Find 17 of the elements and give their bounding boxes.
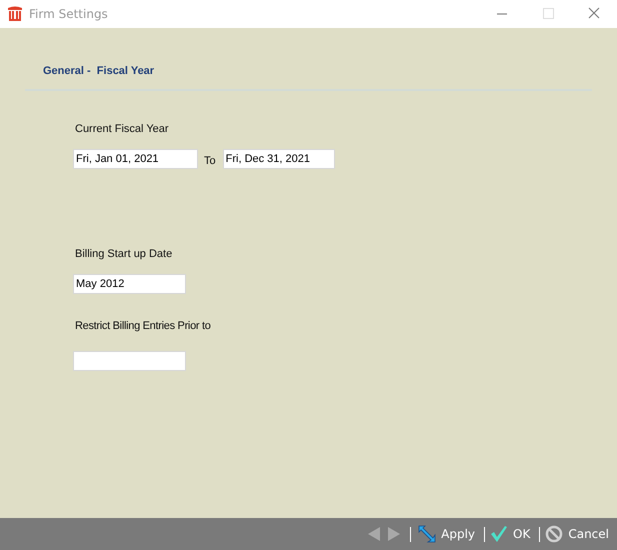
field-label: Current Fiscal Year: [75, 123, 169, 135]
date-field[interactable]: Fri, Jan 01, 2021: [73, 149, 198, 169]
apply-button[interactable]: Apply: [416, 524, 476, 544]
cancel-button[interactable]: Cancel: [545, 525, 609, 543]
field-label: Billing Start up Date: [75, 248, 172, 260]
date-field[interactable]: [73, 351, 186, 371]
prohibited-icon: [545, 525, 564, 543]
window-title: Firm Settings: [29, 7, 108, 21]
arrow-icon: [416, 524, 436, 544]
ok-button[interactable]: OK: [490, 525, 530, 543]
date-field[interactable]: Fri, Dec 31, 2021: [222, 149, 335, 169]
date-field[interactable]: May 2012: [73, 274, 186, 294]
pillars-icon: [7, 6, 23, 22]
checkmark-icon: [490, 525, 508, 543]
field-label: Restrict Billing Entries Prior to: [75, 320, 211, 332]
to-label: To: [204, 154, 216, 166]
section-title: General - Fiscal Year: [43, 65, 154, 77]
